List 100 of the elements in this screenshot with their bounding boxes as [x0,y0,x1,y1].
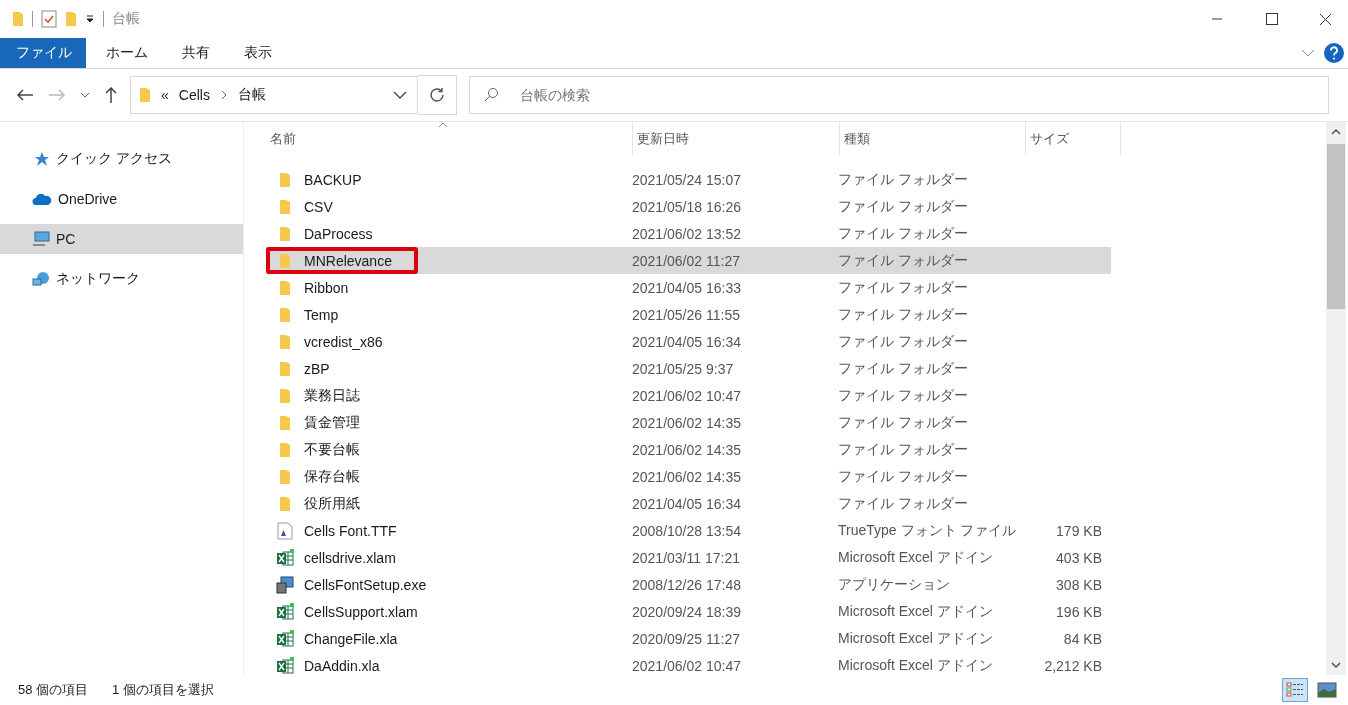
file-row[interactable]: Temp 2021/05/26 11:55 ファイル フォルダー [266,301,1111,328]
file-row[interactable]: 賃金管理 2021/06/02 14:35 ファイル フォルダー [266,409,1111,436]
table-cell-text: 2021/06/02 10:47 [631,657,742,674]
table-cell-text: 2021/05/18 16:26 [631,198,742,215]
table-cell-text: TrueType フォント ファイル [837,521,1018,540]
table-cell-text: 2021/05/24 15:07 [631,171,742,188]
file-row[interactable]: MNRelevance 2021/06/02 11:27 ファイル フォルダー [266,247,1111,274]
table-cell-text: ファイル フォルダー [837,386,969,405]
back-arrow-icon[interactable] [16,88,34,102]
table-cell-text: アプリケーション [837,575,951,594]
file-name: 役所用紙 [304,494,360,513]
properties-icon[interactable] [41,10,57,28]
refresh-button[interactable] [418,75,457,115]
file-name: MNRelevance [304,252,392,269]
file-row[interactable]: vcredist_x86 2021/04/05 16:34 ファイル フォルダー [266,328,1111,355]
breadcrumb-overflow[interactable]: « [161,87,169,103]
table-cell-text: Microsoft Excel アドイン [837,548,994,567]
file-row[interactable]: 業務日誌 2021/06/02 10:47 ファイル フォルダー [266,382,1111,409]
table-cell-text: 2021/04/05 16:34 [631,333,742,350]
file-row[interactable]: 役所用紙 2021/04/05 16:34 ファイル フォルダー [266,490,1111,517]
table-cell-text: 2021/06/02 10:47 [631,387,742,404]
table-cell-text: Microsoft Excel アドイン [837,629,994,648]
address-bar[interactable]: « Cells 台帳 [130,76,418,114]
file-name: vcredist_x86 [304,333,383,350]
scroll-up-icon[interactable] [1331,128,1341,136]
column-header[interactable]: 更新日時 [633,122,840,156]
expand-ribbon-icon[interactable] [1301,48,1315,58]
file-name: DaProcess [304,225,373,242]
file-name: 賃金管理 [304,413,360,432]
table-cell-text: 2021/04/05 16:34 [631,495,742,512]
chevron-right-icon[interactable] [219,90,228,100]
address-dropdown-icon[interactable] [393,90,407,100]
file-name: zBP [304,360,330,377]
file-name: CSV [304,198,333,215]
scroll-down-icon[interactable] [1331,661,1341,669]
file-row[interactable]: Cells Font.TTF 2008/10/28 13:54 TrueType フォント ファイル 179 KB [266,517,1111,544]
ribbon-tab[interactable]: ファイル [0,38,86,68]
search-icon [483,87,499,103]
spreadsheet-icon [276,629,294,648]
spreadsheet-icon [276,548,294,567]
network-icon [32,271,50,287]
file-row[interactable]: BACKUP 2021/05/24 15:07 ファイル フォルダー [266,166,1111,193]
recent-dropdown-icon[interactable] [80,91,90,99]
help-icon[interactable] [1323,42,1345,64]
column-header[interactable]: 名前 [266,122,633,156]
table-cell-text: 2021/06/02 11:27 [631,252,741,269]
window-title: 台帳 [112,10,140,28]
up-arrow-icon[interactable] [104,86,118,104]
sidebar-item[interactable]: クイック アクセス [0,144,243,174]
selection-count: 1 個の項目を選択 [112,681,214,699]
refresh-icon [429,87,445,103]
table-cell-text: 403 KB [1055,549,1103,566]
installer-icon [276,575,294,594]
file-name: CellsFontSetup.exe [304,576,427,593]
table-cell-text: ファイル フォルダー [837,440,969,459]
column-header[interactable]: サイズ [1026,122,1121,156]
file-row[interactable]: Ribbon 2021/04/05 16:33 ファイル フォルダー [266,274,1111,301]
table-cell-text: 2021/06/02 14:35 [631,468,742,485]
file-name: Cells Font.TTF [304,522,397,539]
spreadsheet-icon [276,602,294,621]
sidebar-item[interactable]: ネットワーク [0,264,243,294]
font-file-icon [276,521,294,540]
table-cell-text: 2021/06/02 13:52 [631,225,742,242]
breadcrumb-item[interactable]: 台帳 [237,86,266,104]
file-row[interactable]: 不要台帳 2021/06/02 14:35 ファイル フォルダー [266,436,1111,463]
vertical-scrollbar[interactable] [1326,122,1346,675]
view-button[interactable] [1282,678,1308,702]
file-name: cellsdrive.xlam [304,549,396,566]
breadcrumb-item[interactable]: Cells [178,87,210,103]
sort-ascending-icon [438,122,448,128]
table-cell-text: 2008/10/28 13:54 [631,522,742,539]
computer-icon [32,231,50,247]
file-row[interactable]: cellsdrive.xlam 2021/03/11 17:21 Microsoft Excel アドイン 403 KB [266,544,1111,571]
table-cell-text: 2021/03/11 17:21 [631,549,741,566]
cloud-icon [32,192,52,206]
file-name: Ribbon [304,279,349,296]
file-row[interactable]: CellsSupport.xlam 2020/09/24 18:39 Microsoft Excel アドイン 196 KB [266,598,1111,625]
scrollbar-thumb[interactable] [1327,144,1345,309]
file-name: 保存台帳 [304,467,360,486]
dropdown-icon[interactable] [85,14,95,24]
file-row[interactable]: CellsFontSetup.exe 2008/12/26 17:48 アプリケーション 308 KB [266,571,1111,598]
file-row[interactable]: DaProcess 2021/06/02 13:52 ファイル フォルダー [266,220,1111,247]
table-cell-text: 2008/12/26 17:48 [631,576,742,593]
file-row[interactable]: CSV 2021/05/18 16:26 ファイル フォルダー [266,193,1111,220]
table-cell-text: 2021/05/25 9:37 [631,360,735,377]
file-row[interactable]: ChangeFile.xla 2020/09/25 11:27 Microsoft Excel アドイン 84 KB [266,625,1111,652]
ribbon-tab[interactable]: 表示 [228,38,286,68]
sidebar-item[interactable]: OneDrive [0,184,243,214]
file-name: DaAddin.xla [304,657,380,674]
sidebar-item[interactable]: PC [0,224,243,254]
ribbon-tab[interactable]: ホーム [90,38,162,68]
file-row[interactable]: DaAddin.xla 2021/06/02 10:47 Microsoft Excel アドイン 2,212 KB [266,652,1111,679]
item-count: 58 個の項目 [18,681,89,699]
file-row[interactable]: zBP 2021/05/25 9:37 ファイル フォルダー [266,355,1111,382]
search-field[interactable]: 台帳の検索 [469,76,1329,114]
file-row[interactable]: 保存台帳 2021/06/02 14:35 ファイル フォルダー [266,463,1111,490]
table-cell-text: 2020/09/25 11:27 [631,630,741,647]
ribbon-tab[interactable]: 共有 [166,38,224,68]
table-cell-text: ファイル フォルダー [837,359,969,378]
column-header[interactable]: 種類 [840,122,1026,156]
